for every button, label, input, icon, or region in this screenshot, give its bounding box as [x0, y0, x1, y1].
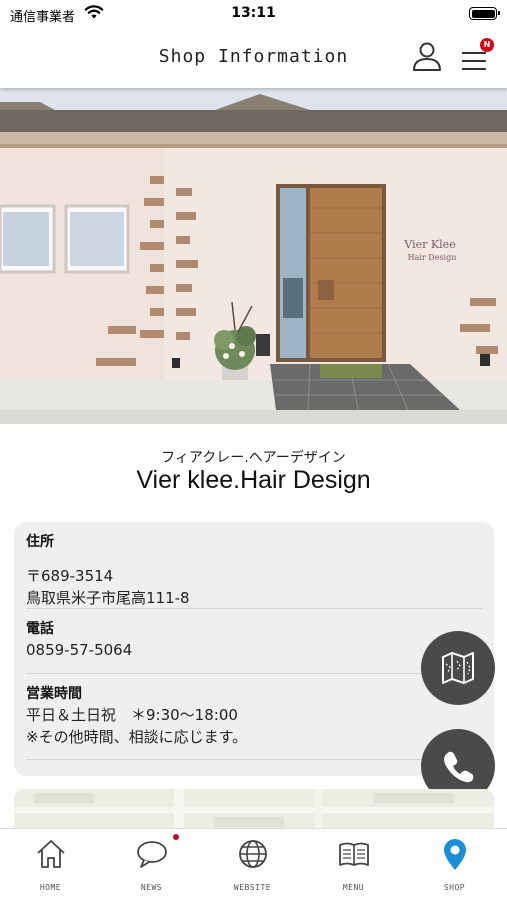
tab-bar: HOME NEWS WEBSITE MENU SHOP: [0, 828, 507, 900]
shop-sign-text: Vier Klee: [403, 238, 455, 251]
storefront-illustration: Vier Klee Hair Design: [0, 88, 507, 424]
hours-note: ※その他時間、相談に応じます。: [26, 728, 248, 746]
chat-bubble-icon: [137, 841, 167, 868]
battery-icon: [469, 7, 500, 20]
tab-home[interactable]: HOME: [0, 829, 101, 900]
home-icon: [37, 840, 65, 868]
phone-label: 電話: [26, 621, 54, 637]
phone-icon: [444, 751, 474, 783]
menu-button[interactable]: N: [458, 38, 494, 74]
app-header: Shop Information N: [0, 30, 507, 88]
tab-website[interactable]: WEBSITE: [202, 829, 303, 900]
map-button[interactable]: [421, 631, 495, 705]
tab-menu-label: MENU: [342, 883, 365, 892]
hours-label: 営業時間: [26, 686, 82, 702]
address-section: 住所 〒689-3514 鳥取県米子市尾高111-8: [26, 532, 482, 609]
user-button[interactable]: [410, 40, 444, 74]
address-label: 住所: [26, 534, 54, 550]
shop-photo: Vier Klee Hair Design: [0, 88, 507, 424]
book-icon: [339, 842, 369, 866]
shop-name-kana: フィアクレー.ヘアーデザイン: [161, 450, 346, 466]
news-unread-dot: [173, 834, 179, 840]
map-icon: [442, 652, 474, 684]
tab-menu[interactable]: MENU: [303, 829, 404, 900]
tab-news[interactable]: NEWS: [101, 829, 202, 900]
hours-section: 営業時間 平日＆土日祝 ＊9:30〜18:00 ※その他時間、相談に応じます。: [26, 684, 482, 760]
user-icon: [413, 42, 441, 71]
tab-shop[interactable]: SHOP: [404, 829, 505, 900]
shop-name: Vier klee.Hair Design: [136, 466, 371, 494]
tab-shop-label: SHOP: [443, 883, 466, 892]
map-thumbnail: [14, 789, 494, 829]
phone-section: 電話 0859-57-5064: [26, 619, 482, 674]
notification-badge: N: [480, 38, 494, 52]
hours-text: 平日＆土日祝 ＊9:30〜18:00: [26, 706, 238, 724]
status-bar: 通信事業者 13:11: [0, 0, 507, 30]
postal-code: 〒689-3514: [26, 567, 114, 585]
tab-news-label: NEWS: [140, 883, 163, 892]
tab-website-label: WEBSITE: [233, 883, 272, 892]
address-text: 鳥取県米子市尾高111-8: [26, 589, 190, 607]
shop-info-card: 住所 〒689-3514 鳥取県米子市尾高111-8 電話 0859-57-50…: [14, 522, 494, 776]
globe-icon: [239, 840, 267, 868]
map-preview[interactable]: [14, 789, 494, 829]
phone-number[interactable]: 0859-57-5064: [26, 639, 482, 661]
status-time: 13:11: [231, 5, 276, 21]
svg-text:Hair Design: Hair Design: [408, 253, 457, 262]
tab-home-label: HOME: [39, 883, 62, 892]
location-pin-icon: [444, 839, 466, 870]
